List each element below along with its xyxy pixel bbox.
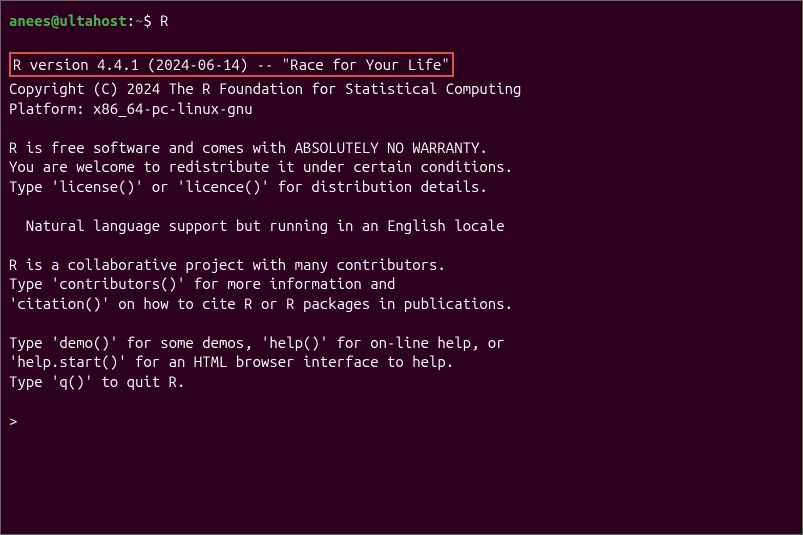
blank-line [9,196,794,216]
version-line: R version 4.4.1 (2024-06-14) -- "Race fo… [13,55,450,75]
help-line-1: Type 'demo()' for some demos, 'help()' f… [9,333,794,353]
help-line-2: 'help.start()' for an HTML browser inter… [9,352,794,372]
version-highlight-box: R version 4.4.1 (2024-06-14) -- "Race fo… [9,52,454,78]
blank-line [9,118,794,138]
blank-line [9,391,794,411]
platform-line: Platform: x86_64-pc-linux-gnu [9,99,794,119]
collab-line-3: 'citation()' on how to cite R or R packa… [9,294,794,314]
prompt-colon: : [127,12,135,29]
blank-line [9,313,794,333]
natlang-line: Natural language support but running in … [9,216,794,236]
collab-line-1: R is a collaborative project with many c… [9,255,794,275]
blank-line [9,235,794,255]
r-prompt[interactable]: > [9,411,794,431]
warranty-line-2: You are welcome to redistribute it under… [9,157,794,177]
warranty-line-3: Type 'license()' or 'licence()' for dist… [9,177,794,197]
collab-line-2: Type 'contributors()' for more informati… [9,274,794,294]
prompt-dollar: $ [143,12,160,29]
r-startup-output: R version 4.4.1 (2024-06-14) -- "Race fo… [9,34,794,431]
warranty-line-1: R is free software and comes with ABSOLU… [9,138,794,158]
copyright-line: Copyright (C) 2024 The R Foundation for … [9,79,794,99]
help-line-3: Type 'q()' to quit R. [9,372,794,392]
shell-prompt-line[interactable]: anees@ultahost:~$ R [9,11,794,31]
user-host: anees@ultahost [9,12,127,29]
command-text: R [160,12,168,29]
